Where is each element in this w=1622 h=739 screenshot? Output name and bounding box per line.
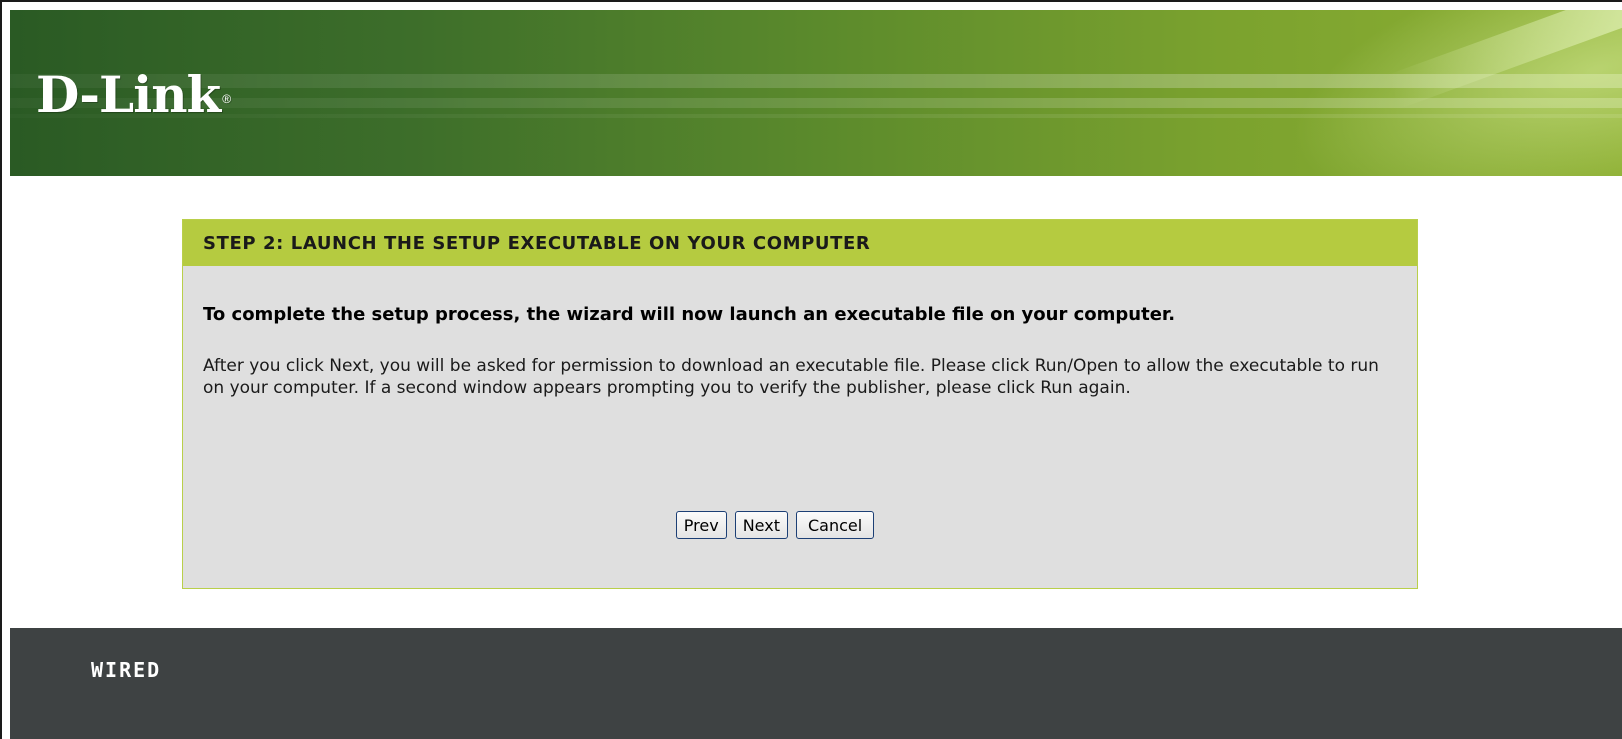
cancel-button[interactable]: Cancel [795,511,875,539]
prev-button[interactable]: Prev [675,511,727,539]
wizard-lead-text: To complete the setup process, the wizar… [203,304,1176,325]
dlink-logo: D-Link ® [36,60,231,130]
setup-wizard-panel: STEP 2: LAUNCH THE SETUP EXECUTABLE ON Y… [182,219,1418,589]
wizard-title: STEP 2: LAUNCH THE SETUP EXECUTABLE ON Y… [183,220,1417,266]
header-banner: D-Link ® [10,10,1622,176]
page-frame: D-Link ® STEP 2: LAUNCH THE SETUP EXECUTA… [0,0,1622,739]
footer-label: WIRED [91,658,162,682]
footer-bar: WIRED [10,628,1622,739]
wizard-body: To complete the setup process, the wizar… [183,304,1417,399]
wizard-button-row: Prev Next Cancel [183,511,1417,539]
registered-mark: ® [222,92,231,106]
logo-text: D-Link [36,65,221,124]
next-button[interactable]: Next [734,511,788,539]
wizard-description: After you click Next, you will be asked … [203,356,1379,398]
